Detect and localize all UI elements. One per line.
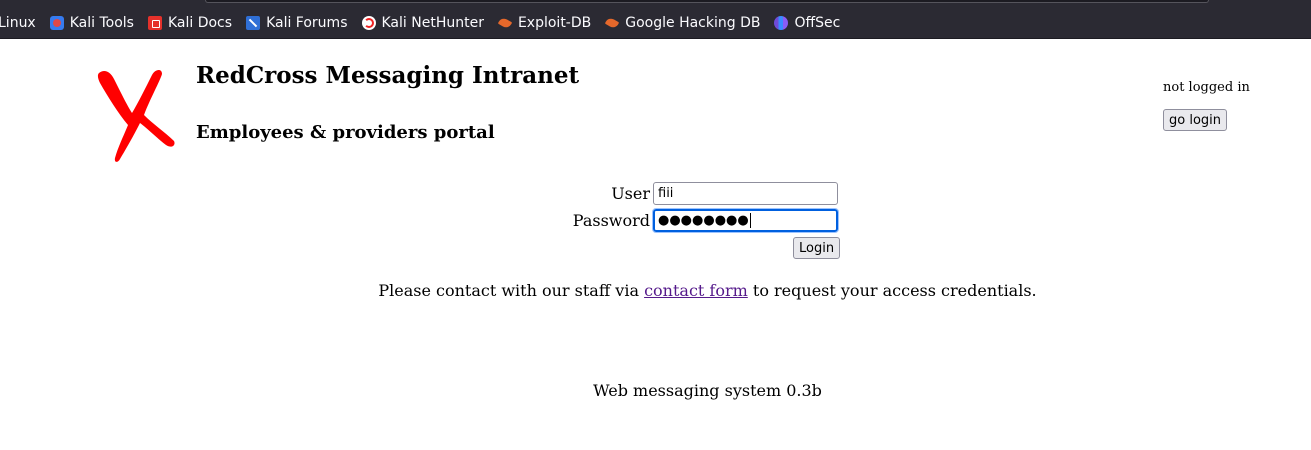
password-input[interactable]: ●●●●●●●● [652, 208, 839, 233]
bookmark-exploit-db[interactable]: Exploit-DB [498, 15, 591, 31]
bookmark-label: Kali NetHunter [381, 15, 484, 31]
user-input-value: fiii [658, 186, 674, 201]
login-status: not logged in [1163, 80, 1250, 95]
bookmark-offsec[interactable]: OffSec [774, 15, 840, 31]
bookmark-google-hacking-db[interactable]: Google Hacking DB [605, 15, 760, 31]
text-caret [749, 213, 751, 228]
bookmark-label: Linux [0, 15, 36, 31]
go-login-button[interactable]: go login [1163, 109, 1228, 131]
exploit-db-icon [605, 16, 619, 30]
password-input-value: ●●●●●●●● [658, 213, 749, 228]
page-title: RedCross Messaging Intranet [196, 62, 580, 89]
page-subtitle: Employees & providers portal [196, 122, 495, 143]
bookmark-kali-nethunter[interactable]: Kali NetHunter [361, 15, 484, 31]
access-info-text: Please contact with our staff via contac… [0, 281, 1311, 300]
bookmarks-row: Linux Kali Tools Kali Docs Kali Forums K… [0, 13, 854, 33]
nethunter-icon [361, 16, 376, 30]
bookmark-label: Kali Tools [69, 15, 134, 31]
bookmark-linux[interactable]: Linux [0, 15, 36, 31]
login-button[interactable]: Login [793, 237, 841, 259]
bookmark-label: OffSec [794, 15, 841, 31]
user-input[interactable]: fiii [653, 182, 838, 205]
bookmark-label: Kali Forums [266, 15, 348, 31]
bookmark-kali-forums[interactable]: Kali Forums [246, 15, 348, 31]
bookmark-label: Kali Docs [167, 15, 233, 31]
contact-form-link[interactable]: contact form [644, 281, 748, 300]
kali-icon [49, 16, 64, 30]
bookmark-kali-docs[interactable]: Kali Docs [147, 15, 233, 31]
kali-docs-icon [147, 16, 162, 30]
redcross-logo-icon [97, 69, 175, 162]
kali-forums-icon [246, 16, 261, 30]
bookmark-label: Google Hacking DB [625, 15, 761, 31]
exploit-db-icon [498, 16, 512, 30]
offsec-icon [774, 16, 789, 30]
footer-version: Web messaging system 0.3b [593, 381, 822, 400]
bookmark-kali-tools[interactable]: Kali Tools [49, 15, 134, 31]
info-prefix: Please contact with our staff via [378, 281, 645, 300]
info-suffix: to request your access credentials. [747, 281, 1037, 300]
bookmarks-toolbar: Linux Kali Tools Kali Docs Kali Forums K… [0, 0, 1311, 39]
password-label: Password [572, 211, 650, 230]
url-bar-edge[interactable] [205, 0, 1209, 3]
user-label: User [611, 184, 650, 203]
bookmark-label: Exploit-DB [517, 15, 592, 31]
